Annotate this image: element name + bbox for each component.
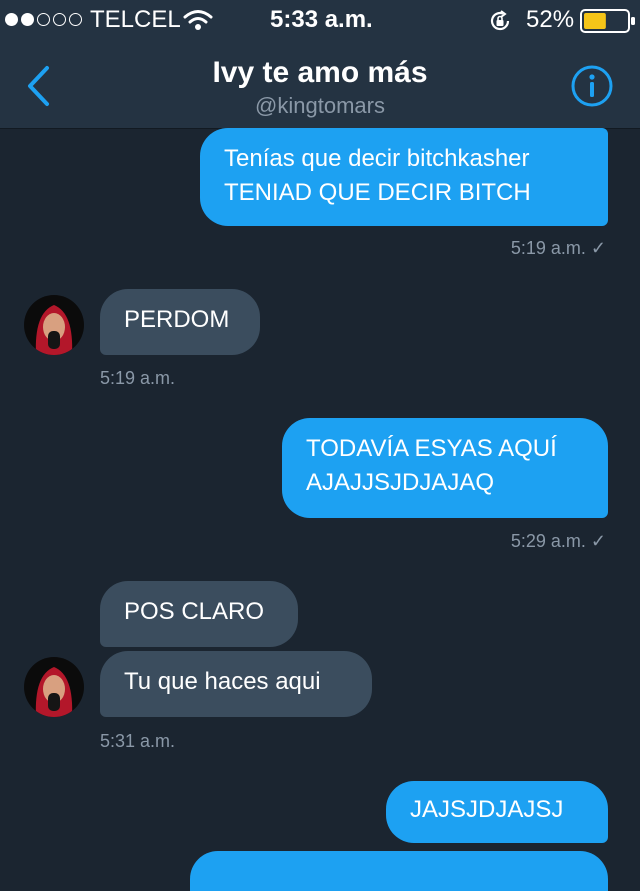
timestamp-text: 5:19 a.m.	[510, 238, 586, 258]
signal-dot	[5, 13, 18, 26]
incoming-message[interactable]: PERDOM	[100, 289, 260, 355]
battery-icon	[580, 9, 635, 33]
conversation-title[interactable]: Ivy te amo más	[0, 56, 640, 90]
message-line: PERDOM	[124, 306, 230, 333]
carrier-name: TELCEL	[90, 6, 181, 33]
avatar-image	[24, 295, 84, 355]
outgoing-message[interactable]: TODAVÍA ESYAS AQUÍ AJAJJSJDJAJAQ	[282, 418, 608, 518]
signal-dot	[53, 13, 66, 26]
outgoing-message[interactable]: JAJSJDJAJSJ	[386, 781, 608, 843]
message-line: Tenías que decir bitchkasher	[224, 145, 530, 172]
incoming-message[interactable]: POS CLARO	[100, 581, 298, 647]
rotation-lock-icon	[490, 10, 510, 31]
info-icon[interactable]	[571, 65, 613, 107]
signal-dot	[69, 13, 82, 26]
status-bar: TELCEL 5:33 a.m. 52%	[0, 0, 640, 40]
message-line: Tu que haces aqui	[124, 668, 321, 695]
outgoing-message[interactable]: Tenías que decir bitchkasher TENIAD QUE …	[200, 128, 608, 226]
signal-strength	[5, 13, 82, 26]
timestamp-text: 5:29 a.m.	[510, 531, 586, 551]
message-timestamp: 5:19 a.m. ✓	[511, 238, 606, 259]
incoming-message[interactable]: Tu que haces aqui	[100, 651, 372, 717]
status-time: 5:33 a.m.	[270, 6, 373, 33]
avatar-image	[24, 657, 84, 717]
message-timestamp: 5:19 a.m.	[100, 368, 176, 388]
checkmark-icon: ✓	[590, 238, 606, 258]
message-line: AJAJJSJDJAJAQ	[306, 469, 495, 496]
wifi-icon	[183, 10, 213, 30]
message-line: TENIAD QUE DECIR BITCH	[224, 179, 531, 206]
avatar[interactable]	[24, 657, 84, 717]
message-line: JAJSJDJAJSJ	[410, 796, 564, 823]
battery-percent: 52%	[526, 6, 575, 33]
checkmark-icon: ✓	[590, 531, 606, 551]
message-timestamp: 5:29 a.m. ✓	[511, 531, 606, 552]
signal-dot	[37, 13, 50, 26]
message-timestamp: 5:31 a.m.	[100, 731, 176, 751]
message-line: TODAVÍA ESYAS AQUÍ	[306, 435, 557, 462]
signal-dot	[21, 13, 34, 26]
avatar[interactable]	[24, 295, 84, 355]
message-line: POS CLARO	[124, 598, 265, 625]
conversation-handle: @kingtomars	[255, 93, 385, 118]
outgoing-message[interactable]	[190, 851, 608, 891]
